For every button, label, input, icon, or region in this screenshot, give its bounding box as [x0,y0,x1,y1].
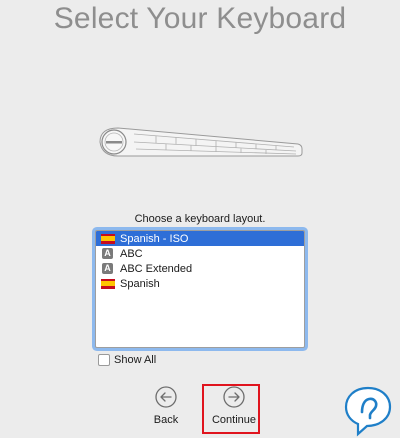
back-arrow-icon [155,386,177,408]
back-button[interactable]: Back [136,386,196,426]
page-title: Select Your Keyboard [53,2,347,35]
checkbox-box[interactable] [98,354,110,366]
list-item-label: Spanish [120,277,160,290]
list-item[interactable]: A ABC Extended [96,261,304,276]
list-item[interactable]: Spanish - ISO [96,231,304,246]
spain-flag-icon [101,278,115,289]
list-item-label: Spanish - ISO [120,232,189,245]
list-item[interactable]: A ABC [96,246,304,261]
keyboard-icon [99,127,303,157]
list-item-label: ABC Extended [120,262,193,275]
keyboard-layout-list[interactable]: Spanish - ISO A ABC A ABC Extended Spani… [95,230,305,348]
letter-a-icon: A [102,248,113,259]
back-label: Back [153,414,179,426]
show-all-label: Show All [114,354,157,366]
list-item-label: ABC [120,247,143,260]
annotation-highlight-box [202,384,260,434]
keyboard-illustration [96,120,306,171]
show-all-checkbox[interactable]: Show All [98,354,156,366]
list-item[interactable]: Spanish [96,276,304,291]
letter-a-icon: A [102,263,113,274]
keyboard-layout-prompt: Choose a keyboard layout. [134,213,266,225]
watermark-logo-icon [344,386,392,437]
spain-flag-icon [101,233,115,244]
